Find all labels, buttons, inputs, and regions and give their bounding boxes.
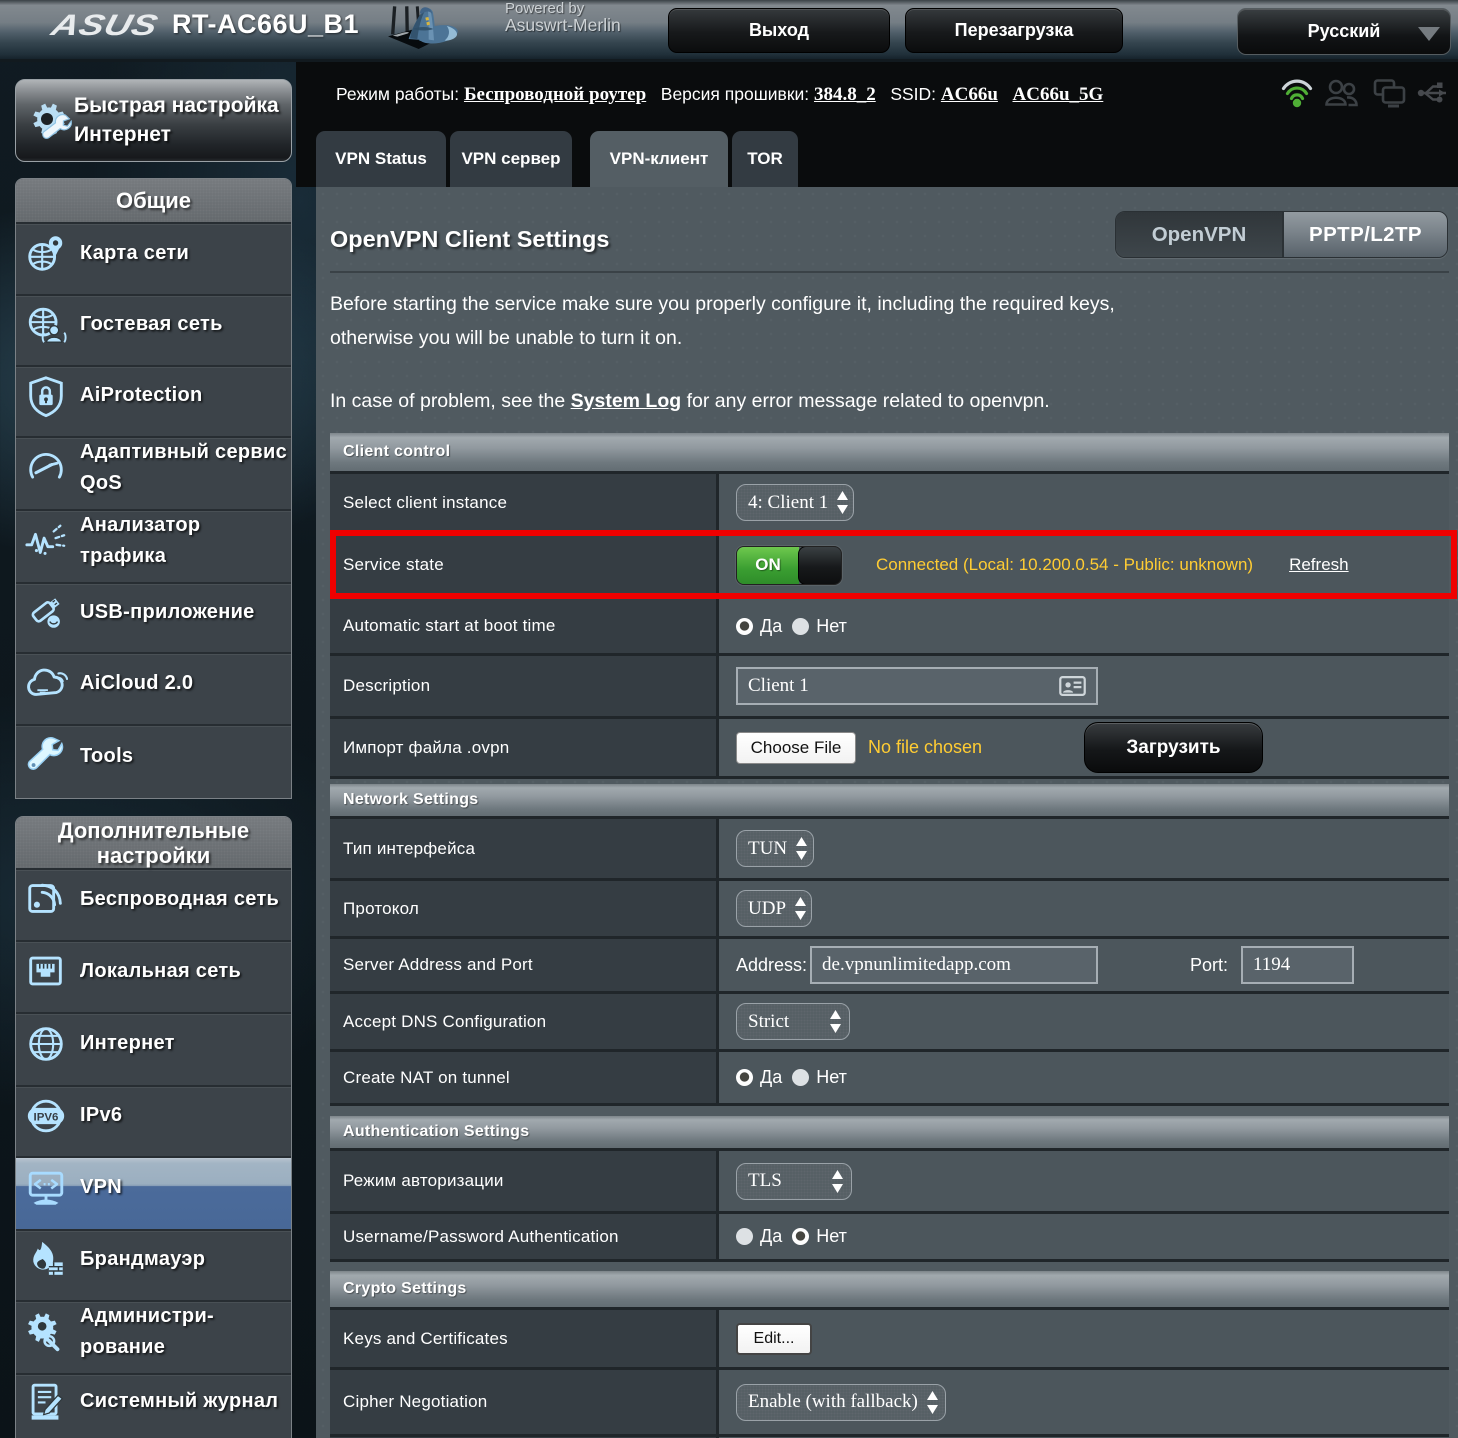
svg-text:IPV6: IPV6 bbox=[34, 1111, 59, 1123]
svg-text:ASUS: ASUS bbox=[47, 12, 162, 38]
